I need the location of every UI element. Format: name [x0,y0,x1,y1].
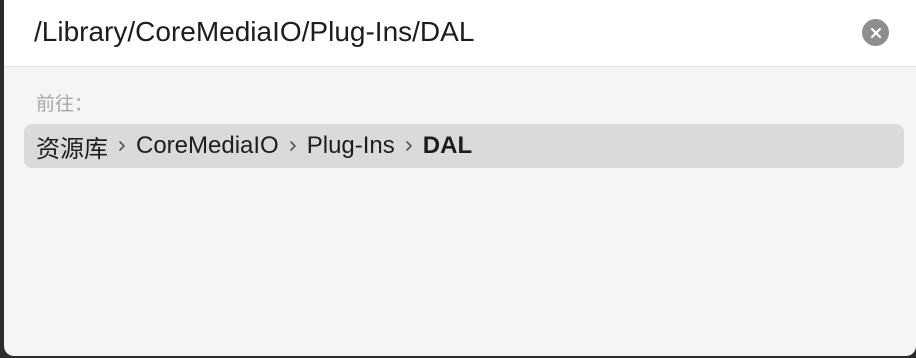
go-to-folder-panel: 前往： 资源库 CoreMediaIO Plug-Ins DAL [4,0,916,356]
chevron-right-icon [395,124,423,168]
chevron-right-icon [279,124,307,168]
clear-button[interactable] [862,19,889,46]
goto-label: 前往： [36,93,94,115]
close-circle-icon [870,27,882,39]
crumb-dal: DAL [422,132,473,159]
crumb-coremediaio: CoreMediaIO [136,132,279,159]
crumb-library: 资源库 [36,134,108,163]
path-suggestion-row[interactable]: 资源库 CoreMediaIO Plug-Ins DAL [24,124,904,168]
chevron-right-icon [108,124,136,168]
crumb-plug-ins: Plug-Ins [306,132,395,159]
path-header [4,0,916,67]
path-input[interactable] [34,12,834,52]
